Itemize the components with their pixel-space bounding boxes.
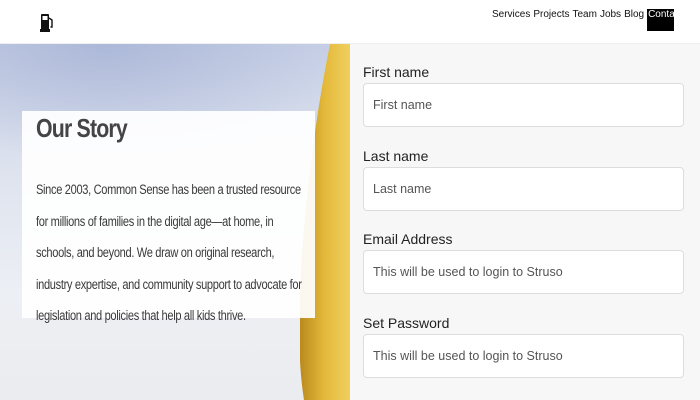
main-nav: Services Projects Team Jobs Blog Contact [492,9,675,31]
nav-projects[interactable]: Projects [533,9,569,20]
password-input[interactable] [363,334,684,378]
email-input[interactable] [363,250,684,294]
fuel-pump-icon[interactable] [40,12,54,32]
nav-blog[interactable]: Blog [624,9,644,20]
nav-contact[interactable]: Contact [647,9,675,31]
site-header: Services Projects Team Jobs Blog Contact [0,0,700,44]
story-text: Since 2003, Common Sense has been a trus… [36,182,302,323]
nav-jobs[interactable]: Jobs [600,9,621,20]
last-name-label: Last name [363,148,429,164]
last-name-input[interactable] [363,167,684,211]
signup-form: First name Last name Email Address Set P… [350,44,700,400]
email-label: Email Address [363,231,453,247]
password-label: Set Password [363,315,450,331]
first-name-label: First name [363,64,430,80]
nav-services[interactable]: Services [492,9,530,20]
story-title: Our Story [36,113,128,143]
first-name-input[interactable] [363,83,684,127]
nav-team[interactable]: Team [572,9,596,20]
